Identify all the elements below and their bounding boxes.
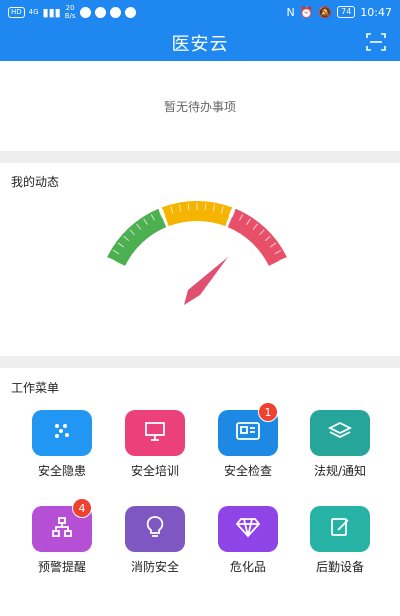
speed-indicator: 20 B/s [65, 4, 76, 20]
menu-item[interactable]: 1 安全检查 [202, 402, 294, 500]
page-title: 医安云 [171, 33, 229, 55]
scan-icon[interactable] [366, 33, 386, 51]
lightbulb-icon [144, 515, 166, 543]
signal-text: 4G [28, 8, 39, 16]
menu-item-tile[interactable] [310, 410, 370, 456]
layers-icon [327, 420, 353, 446]
battery-indicator: 74 [337, 6, 356, 18]
gauge-needle [184, 257, 228, 305]
network-badge: HD [8, 6, 25, 18]
menu-item-label: 消防安全 [130, 560, 179, 574]
org-chart-icon [50, 516, 74, 542]
id-card-icon [235, 421, 261, 445]
menu-item-label: 预警提醒 [37, 560, 86, 574]
dynamic-title: 我的动态 [11, 175, 60, 189]
menu-item[interactable]: 后勤设备 [294, 506, 386, 596]
menu-item[interactable]: 安全培训 [109, 410, 201, 500]
todo-panel: 暂无待办事项 [0, 61, 400, 151]
edit-doc-icon [329, 516, 351, 542]
menu-item[interactable]: 4 预警提醒 [16, 498, 108, 596]
menu-item-tile[interactable] [32, 410, 92, 456]
menu-item[interactable]: 消防安全 [109, 506, 201, 596]
mute-icon: 🔕 [318, 5, 333, 19]
menu-item-label: 危化品 [229, 560, 266, 574]
menu-item-label: 法规/通知 [313, 464, 367, 478]
menu-item[interactable]: 安全隐患 [16, 410, 108, 500]
presentation-board-icon [143, 420, 167, 446]
status-gauge [107, 201, 287, 305]
chat-icon [79, 6, 91, 18]
gauge-segment [107, 208, 167, 266]
menu-item[interactable]: 法规/通知 [294, 410, 386, 500]
menu-item-tile[interactable] [218, 506, 278, 552]
gauge-segment [227, 208, 287, 266]
notification-badge: 1 [258, 402, 278, 422]
gauge-tick [187, 203, 190, 211]
signal-icon: ▮▮▮ [42, 5, 61, 19]
speed-unit: B/s [64, 12, 76, 20]
app-icon [109, 6, 121, 18]
menu-item-tile[interactable] [125, 506, 185, 552]
notification-badge: 4 [72, 498, 92, 518]
menu-title: 工作菜单 [11, 381, 60, 395]
diamond-icon [235, 516, 261, 542]
work-menu: 工作菜单 安全隐患 安全培训 1 安全检查 法规/通知 4 预警提醒 消防安全 危化品 后勤设备 [0, 368, 400, 616]
notification-icon [124, 6, 136, 18]
menu-item-label: 后勤设备 [315, 560, 364, 574]
menu-item-tile[interactable] [310, 506, 370, 552]
gauge-scale [107, 201, 287, 266]
menu-item[interactable]: 危化品 [202, 506, 294, 596]
menu-item-label: 安全检查 [223, 464, 272, 478]
status-bar: HD 4G ▮▮▮ 20 B/s N ⏰ 🔕 74 10:47 [0, 0, 400, 24]
dots-grid-icon [51, 420, 73, 446]
menu-item-label: 安全培训 [130, 464, 179, 478]
alarm-icon: ⏰ [299, 5, 314, 19]
menu-item-label: 安全隐患 [37, 464, 86, 478]
speed-value: 20 [65, 4, 75, 12]
clock: 10:47 [360, 5, 392, 19]
gauge-tick [204, 203, 207, 211]
menu-item-tile[interactable] [125, 410, 185, 456]
dynamic-panel: 我的动态 [0, 163, 400, 356]
app-header: 医安云 [0, 24, 400, 61]
wechat-icon [94, 6, 106, 18]
nfc-icon: N [286, 5, 295, 19]
empty-todo-text: 暂无待办事项 [163, 99, 236, 114]
gauge-needle-hub [196, 282, 204, 290]
